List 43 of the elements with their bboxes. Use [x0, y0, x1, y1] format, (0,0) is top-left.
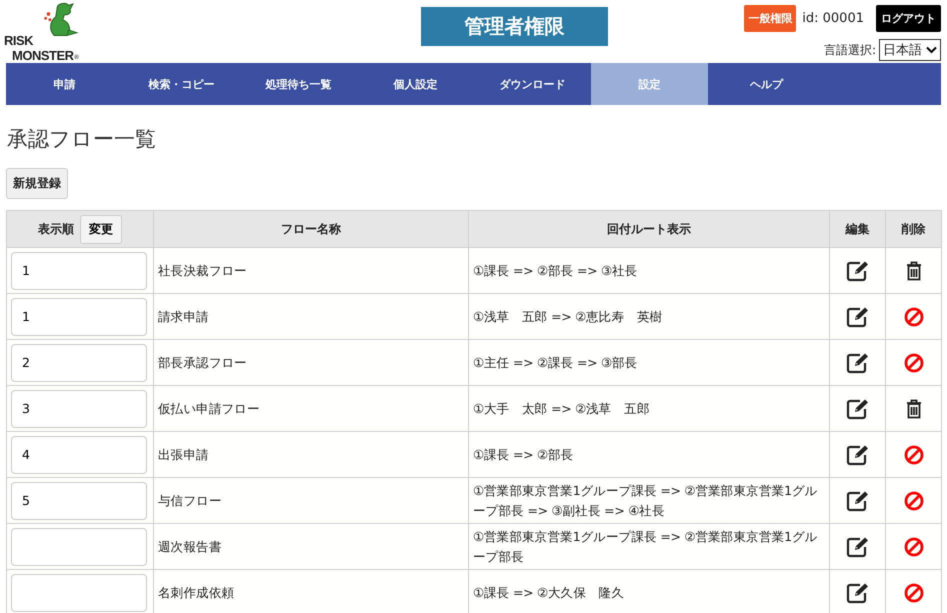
- order-input[interactable]: 2: [11, 344, 147, 382]
- order-input[interactable]: 1: [11, 298, 147, 336]
- page-title: 承認フロー一覧: [7, 126, 157, 153]
- column-label: 表示順: [38, 220, 74, 238]
- table-cell: 与信フロー: [154, 478, 468, 524]
- column-header: 編集: [830, 210, 886, 248]
- table-cell: ①営業部東京営業1グループ課長 => ②営業部東京営業1グループ部長: [468, 524, 830, 570]
- table-cell: 週次報告書: [154, 524, 468, 570]
- table-cell: ①課長 => ②部長: [468, 432, 830, 478]
- order-input[interactable]: 1: [11, 252, 147, 290]
- nav-tab[interactable]: ダウンロード: [474, 63, 591, 105]
- language-select[interactable]: 日本語: [879, 39, 941, 61]
- logo-text: MONSTER: [12, 48, 74, 63]
- nav-tab[interactable]: 申請: [6, 63, 123, 105]
- order-input[interactable]: 4: [11, 436, 147, 474]
- table-cell: ①主任 => ②課長 => ③部長: [468, 340, 830, 386]
- new-button[interactable]: 新規登録: [6, 168, 68, 199]
- table-cell: ①浅草 五郎 => ②恵比寿 英樹: [468, 294, 830, 340]
- user-id: id: 00001: [802, 11, 864, 26]
- column-header: 削除: [886, 210, 942, 248]
- nav-tab[interactable]: ヘルプ: [708, 63, 825, 105]
- order-input[interactable]: 3: [11, 390, 147, 428]
- table-cell: ①営業部東京営業1グループ課長 => ②営業部東京営業1グループ部長 => ③副社長 => ④社長: [468, 478, 830, 524]
- table-cell: 社長決裁フロー: [154, 248, 468, 294]
- table-cell: 仮払い申請フロー: [154, 386, 468, 432]
- table-cell: 請求申請: [154, 294, 468, 340]
- logo-text: RISK: [4, 33, 34, 48]
- nav-tab[interactable]: 処理待ち一覧: [240, 63, 357, 105]
- language-label: 言語選択:: [824, 42, 876, 58]
- column-header: 回付ルート表示: [468, 210, 830, 248]
- nav-tab[interactable]: 検索・コピー: [123, 63, 240, 105]
- logout-button[interactable]: ログアウト: [876, 5, 941, 32]
- column-header: フロー名称: [154, 210, 468, 248]
- table-cell: ①課長 => ②部長 => ③社長: [468, 248, 830, 294]
- table-cell: 出張申請: [154, 432, 468, 478]
- table-cell: ①課長 => ②大久保 隆久: [468, 570, 830, 613]
- table-cell: 部長承認フロー: [154, 340, 468, 386]
- table-cell: ①大手 太郎 => ②浅草 五郎: [468, 386, 830, 432]
- role-banner: 管理者権限: [421, 7, 608, 46]
- table-cell: 名刺作成依頼: [154, 570, 468, 613]
- nav-tab[interactable]: 個人設定: [357, 63, 474, 105]
- change-button[interactable]: 変更: [80, 214, 122, 244]
- order-input[interactable]: 5: [11, 482, 147, 520]
